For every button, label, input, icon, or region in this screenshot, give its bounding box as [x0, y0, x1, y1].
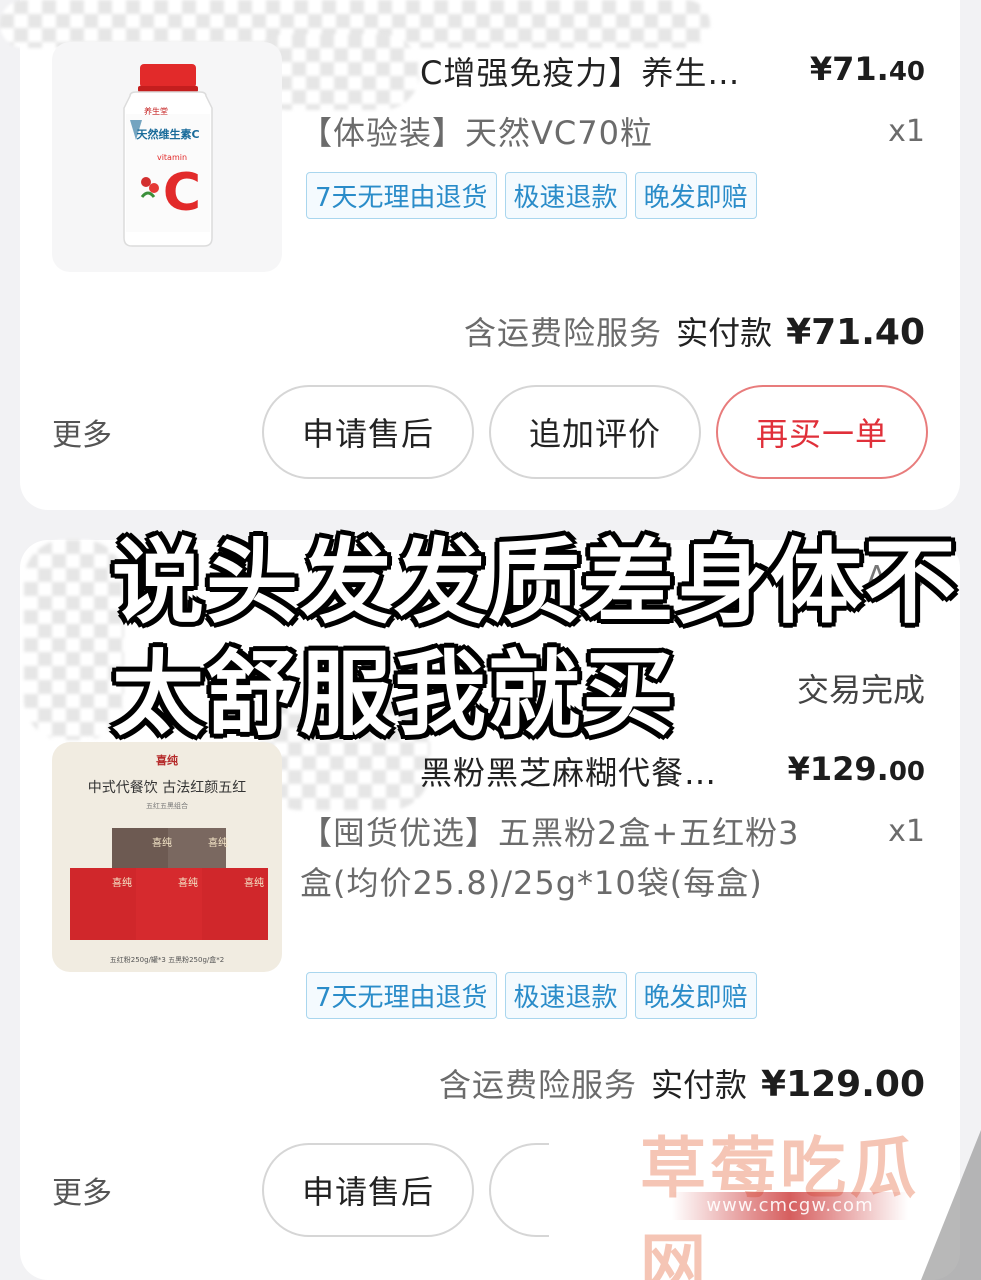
buy-again-button[interactable]: 再买一单: [716, 385, 928, 479]
price-cents: 40: [888, 57, 925, 87]
box-label: 喜纯: [178, 876, 198, 889]
paid-label: 实付款: [651, 1066, 748, 1104]
order2-qty: x1: [888, 814, 925, 849]
box-label: 喜纯: [244, 876, 264, 889]
food-box-icon: 喜纯 中式代餐饮 古法红颜五红 五红五黑组合 喜纯 喜纯 喜纯 喜纯 喜纯 五红…: [70, 753, 268, 964]
insurance-text: 含运费险服务: [464, 314, 663, 352]
tag-late-compensation: 晚发即赔: [634, 972, 757, 1019]
price-main: ¥71.: [809, 50, 889, 88]
order2-payline: 含运费险服务 实付款 ¥129.00: [439, 1060, 925, 1106]
order1-qty: x1: [888, 114, 925, 149]
more-link[interactable]: 更多: [52, 410, 112, 454]
paid-amount: ¥71.40: [786, 312, 925, 353]
box-label: 喜纯: [112, 876, 132, 889]
blur-mask: [24, 540, 124, 740]
insurance-text: 含运费险服务: [439, 1066, 638, 1104]
tag-return-7-days: 7天无理由退货: [306, 972, 497, 1019]
after-sale-button[interactable]: 申请售后: [262, 1143, 474, 1237]
tag-fast-refund: 极速退款: [504, 172, 627, 219]
order2-price: ¥129.00: [788, 750, 925, 788]
order1-price: ¥71.40: [810, 50, 925, 88]
paid-amount: ¥129.00: [761, 1064, 925, 1105]
price-cents: 00: [888, 757, 925, 787]
order2-sku: 【囤货优选】五黑粉2盒+五红粉3盒(均价25.8)/25g*10袋(每盒): [300, 814, 800, 902]
tag-late-compensation: 晚发即赔: [634, 172, 757, 219]
vitamin-bottle-icon: 天然维生素C vitamin C 养生堂: [123, 64, 213, 247]
more-link[interactable]: 更多: [52, 1168, 112, 1212]
price-main: ¥129.: [787, 750, 889, 788]
food-sub: 五红五黑组合: [146, 801, 188, 810]
watermark-url: www.cmcgw.com: [672, 1192, 908, 1220]
tag-return-7-days: 7天无理由退货: [306, 172, 497, 219]
box-label: 喜纯: [152, 836, 172, 849]
bottle-sub: vitamin: [157, 153, 187, 162]
food-brand: 喜纯: [156, 753, 178, 767]
bottle-letter: C: [163, 163, 201, 223]
order1-sku: 【体验装】天然VC70粒: [300, 114, 653, 152]
bottle-brand: 养生堂: [144, 106, 168, 116]
food-footer: 五红粉250g/罐*3 五黑粉250g/盒*2: [110, 955, 224, 964]
overlay-caption-line2: 太舒服我就买: [112, 641, 677, 748]
product-image-vitamin-c[interactable]: 天然维生素C vitamin C 养生堂: [52, 42, 282, 272]
order1-payline: 含运费险服务 实付款 ¥71.40: [464, 308, 925, 354]
tag-fast-refund: 极速退款: [504, 972, 627, 1019]
bottle-label: 天然维生素C: [136, 127, 199, 141]
order2-title[interactable]: 黑粉黑芝麻糊代餐…: [420, 748, 717, 794]
food-headline: 中式代餐饮 古法红颜五红: [88, 780, 246, 796]
product-image-food-box[interactable]: 喜纯 中式代餐饮 古法红颜五红 五红五黑组合 喜纯 喜纯 喜纯 喜纯 喜纯 五红…: [52, 742, 282, 972]
after-sale-button[interactable]: 申请售后: [262, 385, 474, 479]
add-review-button[interactable]: 追加评价: [489, 385, 701, 479]
order1-tags: 7天无理由退货 极速退款 晚发即赔: [306, 172, 757, 219]
order1-title[interactable]: C增强免疫力】养生…: [420, 48, 740, 94]
corner-fold: [921, 1130, 981, 1280]
order-status: 交易完成: [796, 671, 925, 709]
box-label: 喜纯: [208, 836, 228, 849]
order2-tags: 7天无理由退货 极速退款 晚发即赔: [306, 972, 757, 1019]
paid-label: 实付款: [676, 314, 773, 352]
